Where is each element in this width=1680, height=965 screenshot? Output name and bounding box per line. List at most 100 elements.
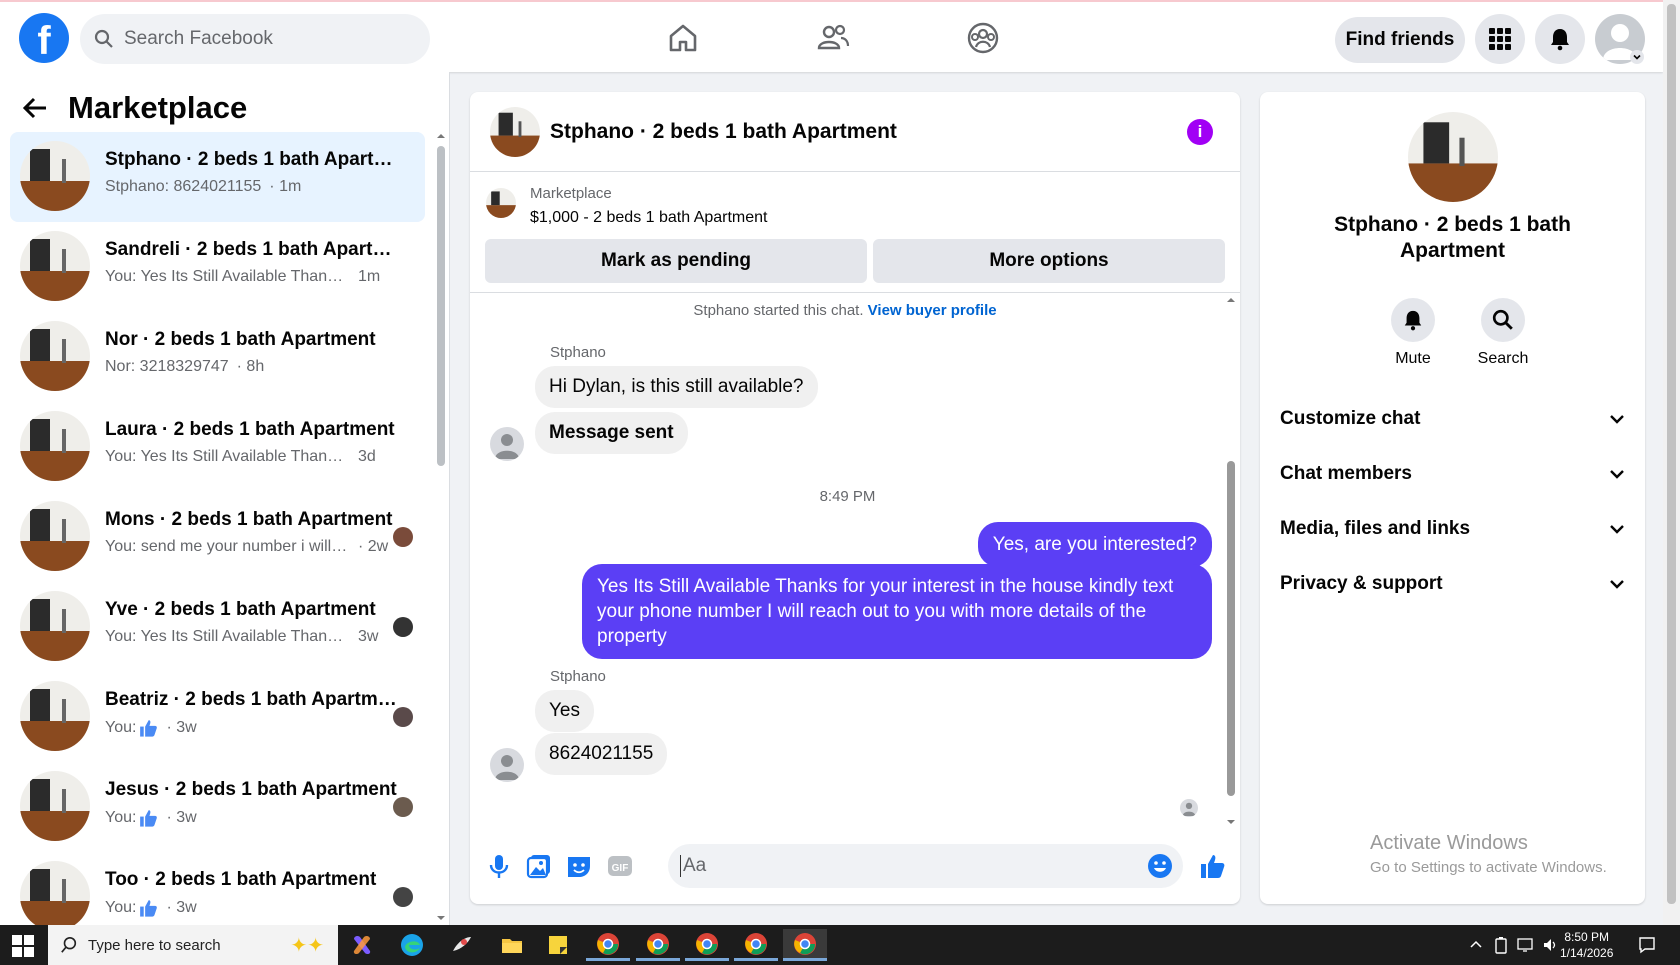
account-chevron-icon[interactable]: [1630, 50, 1644, 64]
more-options-button[interactable]: More options: [873, 239, 1225, 283]
timestamp: 8:49 PM: [819, 488, 876, 505]
listing-thumbnail[interactable]: [486, 188, 516, 218]
listing-title[interactable]: $1,000 - 2 beds 1 bath Apartment: [530, 209, 768, 227]
preview-text: You:: [105, 719, 137, 736]
chrome-icon: [745, 932, 767, 955]
windows-start-icon[interactable]: [12, 935, 34, 957]
taskbar-search-box[interactable]: Type here to search ✦✦: [48, 925, 338, 965]
scroll-up-icon[interactable]: [1227, 296, 1235, 304]
chrome-taskbar-icon[interactable]: [586, 929, 630, 961]
conversation-item[interactable]: Yve · 2 beds 1 bath Apartment You: Yes It…: [10, 582, 425, 672]
conversation-item[interactable]: Beatriz · 2 beds 1 bath Apartment You: · 3…: [10, 672, 425, 762]
system-clock[interactable]: 8:50 PM 1/14/2026: [1560, 929, 1613, 961]
page-scrollbar-thumb[interactable]: [1667, 4, 1676, 904]
incoming-message[interactable]: Hi Dylan, is this still available?: [535, 366, 818, 408]
incoming-message[interactable]: Yes: [535, 690, 594, 732]
photo-icon[interactable]: [525, 852, 553, 880]
message-input[interactable]: Aa: [668, 844, 1183, 888]
conversation-scrollbar-thumb[interactable]: [437, 146, 445, 466]
chat-members-item[interactable]: Chat members: [1280, 454, 1625, 494]
thumbs-up-icon: [140, 810, 158, 827]
profile-photo[interactable]: [1408, 112, 1498, 202]
info-icon[interactable]: i: [1187, 119, 1213, 145]
apartment-photo: [486, 188, 516, 218]
conversation-item[interactable]: Stphano · 2 beds 1 bath Apartment Stphano…: [10, 132, 425, 222]
chrome-profile-taskbar-icon[interactable]: [636, 929, 680, 961]
mute-button[interactable]: Mute: [1373, 298, 1453, 368]
edge-icon: [401, 934, 423, 956]
chevron-down-icon: [1610, 580, 1624, 589]
sticky-notes-taskbar-icon[interactable]: [536, 929, 580, 961]
profile-name: Stphano · 2 beds 1 bath Apartment: [1260, 212, 1645, 264]
message-scrollbar[interactable]: [1226, 296, 1236, 826]
back-arrow-icon[interactable]: [22, 97, 48, 119]
sparkle-icon: ✦✦: [290, 935, 324, 957]
customize-chat-item[interactable]: Customize chat: [1280, 399, 1625, 439]
emoji-icon[interactable]: [1147, 853, 1173, 879]
search-icon: [94, 29, 113, 48]
incoming-message[interactable]: Message sent: [535, 412, 688, 454]
preview-time: 1m: [358, 268, 381, 285]
copilot-taskbar-icon[interactable]: [340, 929, 384, 961]
network-icon[interactable]: [1517, 937, 1535, 953]
media-files-links-item[interactable]: Media, files and links: [1280, 509, 1625, 549]
chat-avatar[interactable]: [490, 107, 540, 157]
chat-details-panel: Stphano · 2 beds 1 bath Apartment Mute S…: [1260, 92, 1645, 904]
conversation-name: Nor · 2 beds 1 bath Apartment: [105, 329, 376, 350]
privacy-support-item[interactable]: Privacy & support: [1280, 564, 1625, 604]
conversation-thumbnail: [20, 681, 90, 751]
conversation-item[interactable]: Nor · 2 beds 1 bath Apartment Nor: 321832…: [10, 312, 425, 402]
sender-avatar[interactable]: [490, 427, 524, 461]
message-thread: Stphano started this chat. View buyer pr…: [470, 294, 1240, 829]
conversation-preview: You: · 3w: [105, 898, 197, 918]
thumbs-up-icon[interactable]: [1198, 852, 1226, 880]
message-scrollbar-thumb[interactable]: [1227, 461, 1235, 796]
sticky-note-icon: [549, 936, 567, 954]
menu-button[interactable]: [1475, 14, 1525, 64]
chat-window: Stphano · 2 beds 1 bath Apartment i Mark…: [470, 92, 1240, 904]
chrome-profile-taskbar-icon[interactable]: [685, 929, 729, 961]
search-conversation-button[interactable]: Search: [1463, 298, 1543, 368]
notification-center-icon[interactable]: [1638, 936, 1656, 954]
bell-icon: [1404, 310, 1422, 331]
gif-icon[interactable]: GIF: [606, 852, 634, 880]
friends-icon[interactable]: [815, 20, 851, 56]
preview-time: · 1m: [269, 178, 302, 195]
chevron-up-icon[interactable]: [1470, 939, 1482, 949]
file-explorer-taskbar-icon[interactable]: [490, 929, 534, 961]
notifications-button[interactable]: [1535, 14, 1585, 64]
scroll-down-icon[interactable]: [437, 914, 445, 922]
search-facebook-input[interactable]: Search Facebook: [80, 14, 430, 64]
sticker-icon[interactable]: [565, 852, 593, 880]
apartment-photo: [20, 231, 90, 301]
sender-avatar[interactable]: [490, 748, 524, 782]
outgoing-message[interactable]: Yes, are you interested?: [977, 522, 1212, 567]
marketplace-label: Marketplace: [530, 185, 612, 202]
battery-icon[interactable]: [1493, 936, 1509, 954]
thumbs-up-icon: [140, 900, 158, 917]
page-title: Marketplace: [68, 90, 248, 125]
incoming-message[interactable]: 8624021155: [535, 733, 668, 775]
mark-as-pending-button[interactable]: Mark as pending: [485, 239, 867, 283]
find-friends-button[interactable]: Find friends: [1335, 17, 1465, 63]
scroll-up-icon[interactable]: [437, 132, 445, 140]
volume-icon[interactable]: [1542, 937, 1560, 953]
page-scrollbar[interactable]: [1663, 0, 1680, 925]
view-buyer-profile-link[interactable]: View buyer profile: [868, 302, 997, 319]
edge-taskbar-icon[interactable]: [390, 929, 434, 961]
microphone-icon[interactable]: [485, 852, 513, 880]
conversation-item[interactable]: Mons · 2 beds 1 bath Apartment You: send …: [10, 492, 425, 582]
scroll-down-icon[interactable]: [1227, 818, 1235, 826]
outgoing-message[interactable]: Yes Its Still Available Thanks for your …: [582, 564, 1212, 659]
app-taskbar-icon[interactable]: [440, 929, 484, 961]
conversation-item[interactable]: Jesus · 2 beds 1 bath Apartment You: · 3w: [10, 762, 425, 852]
conversation-item[interactable]: Sandreli · 2 beds 1 bath Apartment You: Y…: [10, 222, 425, 312]
chrome-active-taskbar-icon[interactable]: [783, 929, 827, 961]
home-icon[interactable]: [665, 20, 701, 56]
chrome-profile-taskbar-icon[interactable]: [734, 929, 778, 961]
facebook-logo[interactable]: f: [19, 13, 69, 63]
grid-menu-icon: [1489, 28, 1511, 50]
conversation-item[interactable]: Laura · 2 beds 1 bath Apartment You: Yes …: [10, 402, 425, 492]
groups-icon[interactable]: [965, 20, 1001, 56]
conversation-scrollbar[interactable]: [437, 132, 445, 922]
